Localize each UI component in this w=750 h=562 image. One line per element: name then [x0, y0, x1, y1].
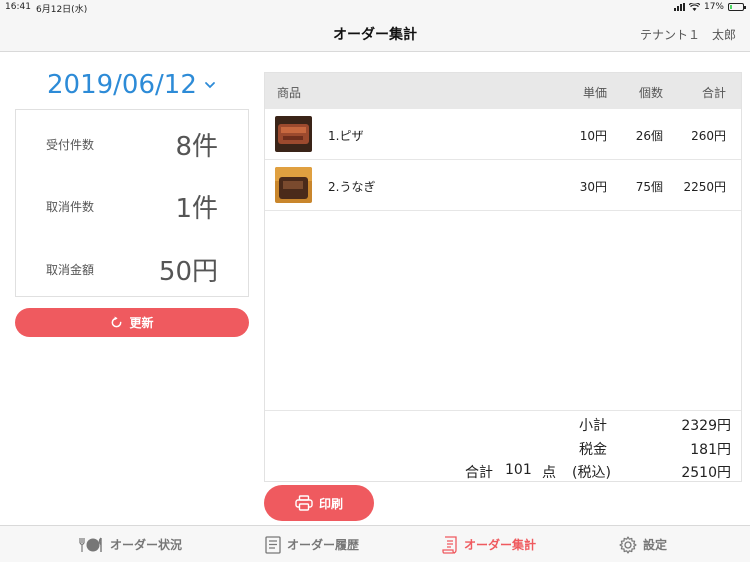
item-thumbnail — [275, 167, 312, 203]
summary-label: 受付件数 — [46, 138, 95, 152]
item-price: 10円 — [579, 129, 607, 143]
table-row[interactable]: 2.うなぎ 30円 75個 2250円 — [265, 160, 741, 211]
battery-fill — [730, 5, 733, 9]
user-info: テナント１ 太郎 — [640, 26, 736, 43]
item-qty: 26個 — [635, 129, 663, 143]
tab-settings[interactable]: 設定 — [619, 526, 667, 562]
item-name: 2.うなぎ — [328, 180, 376, 194]
user-name: 太郎 — [711, 28, 736, 42]
date-picker[interactable]: 2019/06/12 — [47, 70, 217, 100]
grand-total-count: 101 — [505, 462, 532, 478]
col-header-price: 単価 — [582, 86, 607, 100]
summary-label: 取消件数 — [46, 200, 95, 214]
col-header-item: 商品 — [277, 86, 302, 100]
totals-section: 小計 2329円 税金 181円 合計 101 点 (税込) 2510円 — [265, 410, 741, 483]
nav-bar: オーダー集計 テナント１ 太郎 — [0, 14, 750, 52]
tab-bar: オーダー状況 オーダー履歴 オーダー集計 設定 — [0, 525, 750, 562]
tab-label: 設定 — [643, 538, 668, 552]
summary-row-received: 受付件数 8件 — [16, 112, 248, 172]
summary-row-cancelled: 取消件数 1件 — [16, 174, 248, 234]
signal-icon — [673, 3, 685, 11]
subtotal-label: 小計 — [579, 418, 607, 434]
battery-icon — [728, 3, 746, 11]
refresh-label: 更新 — [129, 316, 154, 330]
summary-value: 1件 — [175, 194, 218, 224]
printer-icon — [295, 495, 313, 511]
status-time: 16:41 — [5, 2, 31, 12]
chevron-down-icon — [204, 82, 215, 89]
grand-total-label: 合計 — [465, 465, 493, 481]
item-qty: 75個 — [635, 180, 663, 194]
tab-order-summary[interactable]: オーダー集計 — [442, 526, 536, 562]
print-label: 印刷 — [318, 496, 343, 511]
document-icon — [265, 535, 281, 554]
print-button[interactable]: 印刷 — [264, 485, 374, 521]
gear-icon — [619, 535, 637, 554]
page-title: オーダー集計 — [333, 27, 417, 43]
wifi-icon — [688, 3, 700, 11]
col-header-qty: 個数 — [638, 86, 663, 100]
tab-label: オーダー状況 — [110, 538, 183, 552]
tax-label: 税金 — [579, 442, 607, 458]
tax-included-note: (税込) — [572, 465, 611, 481]
refresh-icon — [112, 316, 122, 328]
table-row[interactable]: 1.ピザ 10円 26個 260円 — [265, 109, 741, 160]
item-thumbnail — [275, 116, 312, 152]
tab-order-status[interactable]: オーダー状況 — [78, 526, 182, 562]
subtotal-value: 2329円 — [681, 418, 731, 434]
grand-total-unit: 点 — [542, 465, 556, 481]
item-total: 260円 — [691, 129, 726, 143]
summary-value: 50円 — [158, 257, 218, 287]
summary-label: 取消金額 — [46, 263, 95, 277]
summary-row-cancel-amount: 取消金額 50円 — [16, 237, 248, 297]
col-header-total: 合計 — [701, 86, 726, 100]
date-value: 2019/06/12 — [47, 70, 197, 100]
tab-label: オーダー履歴 — [287, 538, 360, 552]
refresh-button[interactable]: 更新 — [15, 308, 249, 337]
summary-panel: 受付件数 8件 取消件数 1件 取消金額 50円 — [15, 109, 249, 297]
item-name: 1.ピザ — [328, 129, 364, 143]
receipt-icon — [442, 535, 457, 554]
item-total: 2250円 — [683, 180, 726, 194]
table-header: 商品 単価 個数 合計 — [265, 73, 741, 109]
order-table: 商品 単価 個数 合計 1.ピザ 10円 26個 260円 2.うなぎ 30円 … — [264, 72, 742, 482]
tab-label: オーダー集計 — [464, 538, 537, 552]
fork-plate-icon — [79, 537, 102, 552]
summary-value: 8件 — [175, 132, 218, 162]
battery-percent: 17% — [703, 2, 724, 12]
status-indicators: 17% — [673, 2, 746, 12]
status-bar: 16:41 6月12日(水) 17% — [0, 0, 750, 15]
grand-total-value: 2510円 — [681, 465, 731, 481]
item-price: 30円 — [579, 180, 607, 194]
tax-value: 181円 — [690, 442, 731, 458]
tenant-name: テナント１ — [639, 28, 700, 42]
tab-order-history[interactable]: オーダー履歴 — [265, 526, 359, 562]
